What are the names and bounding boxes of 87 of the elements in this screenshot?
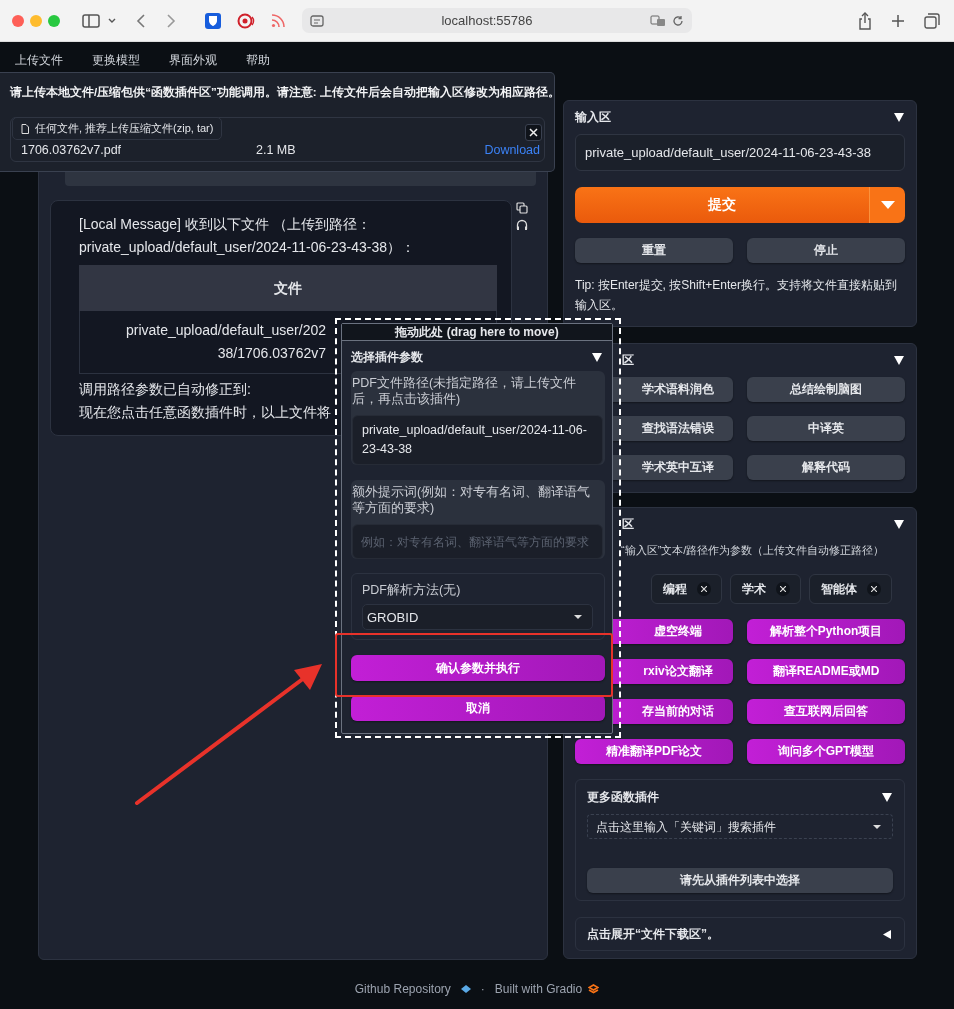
path-field[interactable]: private_upload/default_user/2024-11-06-23-43-38 — [352, 415, 603, 465]
forward-icon[interactable] — [167, 13, 176, 28]
gradio-link[interactable]: Built with Gradio — [494, 982, 583, 996]
dropdown-button[interactable] — [870, 187, 905, 223]
url-text: localhost:55786 — [440, 13, 534, 28]
repo-link[interactable]: Github Repository — [354, 982, 451, 996]
plugin-button[interactable]: 解析整个Python项目 — [747, 619, 905, 644]
input-field[interactable]: private_upload/default_user/2024-11-06-23-43-38 — [575, 134, 905, 171]
layers-icon — [588, 983, 600, 995]
target-icon[interactable] — [237, 12, 255, 29]
file-size: 2.1 MB — [256, 143, 297, 157]
close-icon — [529, 128, 538, 137]
copy-icon[interactable] — [516, 202, 528, 214]
menu-item[interactable]: 更换模型 — [92, 52, 140, 68]
headphones-icon[interactable] — [516, 219, 528, 231]
field-label: 额外提示词(例如：对专有名词、翻译语气等方面的要求) — [352, 484, 592, 516]
panel-title: 更多函数插件 — [587, 789, 659, 806]
close-button[interactable] — [525, 124, 542, 141]
diamond-icon — [460, 985, 471, 993]
menu-item[interactable]: 上传文件 — [15, 52, 63, 68]
reset-button[interactable]: 重置 — [575, 238, 733, 263]
message-text: private_upload/default_user/2024-11-06-23-43-38）： — [79, 238, 415, 257]
collapse-triangle-icon[interactable] — [893, 112, 905, 123]
address-bar[interactable]: localhost:55786 — [302, 8, 692, 33]
collapse-triangle-icon[interactable] — [591, 351, 603, 363]
plugin-button[interactable]: 翻译README或MD — [747, 659, 905, 684]
file-label: 任何文件, 推荐上传压缩文件(zip, tar) — [12, 117, 223, 140]
filter-tag[interactable]: 学术 — [730, 574, 801, 604]
x-icon — [871, 586, 877, 592]
plugin-search-field[interactable]: 点击这里输入「关键词」搜索插件 — [587, 814, 893, 839]
column-header: 文件 — [79, 265, 497, 311]
menu-item[interactable]: 帮助 — [246, 52, 270, 68]
rss-icon[interactable] — [271, 13, 285, 28]
message-text: 调用路径参数已自动修正到: — [79, 380, 251, 399]
tip-text: Tip: 按Enter提交, 按Shift+Enter换行。支持将文件直接粘贴到输入区。 — [575, 277, 898, 314]
function-button[interactable]: 中译英 — [747, 416, 905, 441]
remove-button[interactable] — [867, 582, 881, 596]
dialog-title: 选择插件参数 — [351, 348, 423, 366]
panel-title: 区 — [622, 516, 634, 533]
plugin-button[interactable]: 精准翻译PDF论文 — [575, 739, 733, 764]
function-button[interactable]: 解释代码 — [747, 455, 905, 480]
collapse-triangle-icon[interactable] — [881, 792, 893, 803]
select-plugin-button[interactable]: 请先从插件列表中选择 — [587, 868, 893, 893]
file-icon — [21, 123, 29, 134]
shield-icon[interactable] — [205, 12, 221, 29]
reload-icon[interactable] — [672, 14, 684, 27]
hint-text: “输入区”文本/路径作为参数（上传文件自动修正路径） — [621, 543, 885, 558]
remove-button[interactable] — [776, 582, 790, 596]
panel-title: 区 — [622, 352, 634, 369]
share-icon[interactable] — [858, 11, 872, 30]
field-label: PDF文件路径(未指定路径，请上传文件后，再点击该插件) — [352, 375, 578, 407]
confirm-button[interactable]: 确认参数并执行 — [351, 655, 605, 681]
panel-title: 点击展开“文件下载区”。 — [587, 925, 719, 943]
page-icon — [310, 14, 324, 27]
collapse-triangle-icon[interactable] — [893, 355, 905, 366]
remove-button[interactable] — [697, 582, 711, 596]
caret-icon — [880, 201, 895, 209]
filter-tag[interactable]: 编程 — [651, 574, 722, 604]
sidebar-icon[interactable] — [82, 13, 100, 28]
menu-item[interactable]: 界面外观 — [169, 52, 217, 68]
x-icon — [701, 586, 707, 592]
caret-icon — [873, 825, 881, 829]
prompt-field[interactable]: 例如：对专有名词、翻译语气等方面的要求 — [352, 524, 603, 559]
back-icon[interactable] — [136, 13, 145, 28]
panel-title: 输入区 — [575, 109, 611, 126]
message-text: [Local Message] 收到以下文件 （上传到路径： — [79, 215, 371, 234]
separator-dot: · — [480, 982, 485, 996]
expand-triangle-icon[interactable] — [881, 928, 893, 940]
file-name: 1706.03762v7.pdf — [21, 143, 123, 157]
field-label: PDF解析方法(无) — [362, 582, 462, 598]
plugin-button[interactable]: 查互联网后回答 — [747, 699, 905, 724]
plugin-button[interactable]: 询问多个GPT模型 — [747, 739, 905, 764]
drag-handle[interactable]: 拖动此处 (drag here to move) — [342, 324, 612, 341]
message-text: 现在您点击任意函数插件时，以上文件将 — [79, 403, 331, 422]
collapse-triangle-icon[interactable] — [893, 519, 905, 530]
plus-icon[interactable] — [891, 13, 905, 28]
cancel-button[interactable]: 取消 — [351, 695, 605, 721]
notice-text: 请上传本地文件/压缩包供“函数插件区”功能调用。请注意: 上传文件后会自动把输入区修改为相应路径。 — [10, 84, 560, 100]
tabs-icon[interactable] — [924, 12, 940, 29]
stop-button[interactable]: 停止 — [747, 238, 905, 263]
x-icon — [780, 586, 786, 592]
download-link[interactable]: Download — [484, 143, 540, 157]
method-dropdown[interactable]: GROBID — [362, 604, 593, 630]
translate-icon[interactable] — [650, 14, 666, 27]
function-button[interactable]: 总结绘制脑图 — [747, 377, 905, 402]
chevron-down-icon[interactable] — [108, 17, 116, 24]
filter-tag[interactable]: 智能体 — [809, 574, 892, 604]
